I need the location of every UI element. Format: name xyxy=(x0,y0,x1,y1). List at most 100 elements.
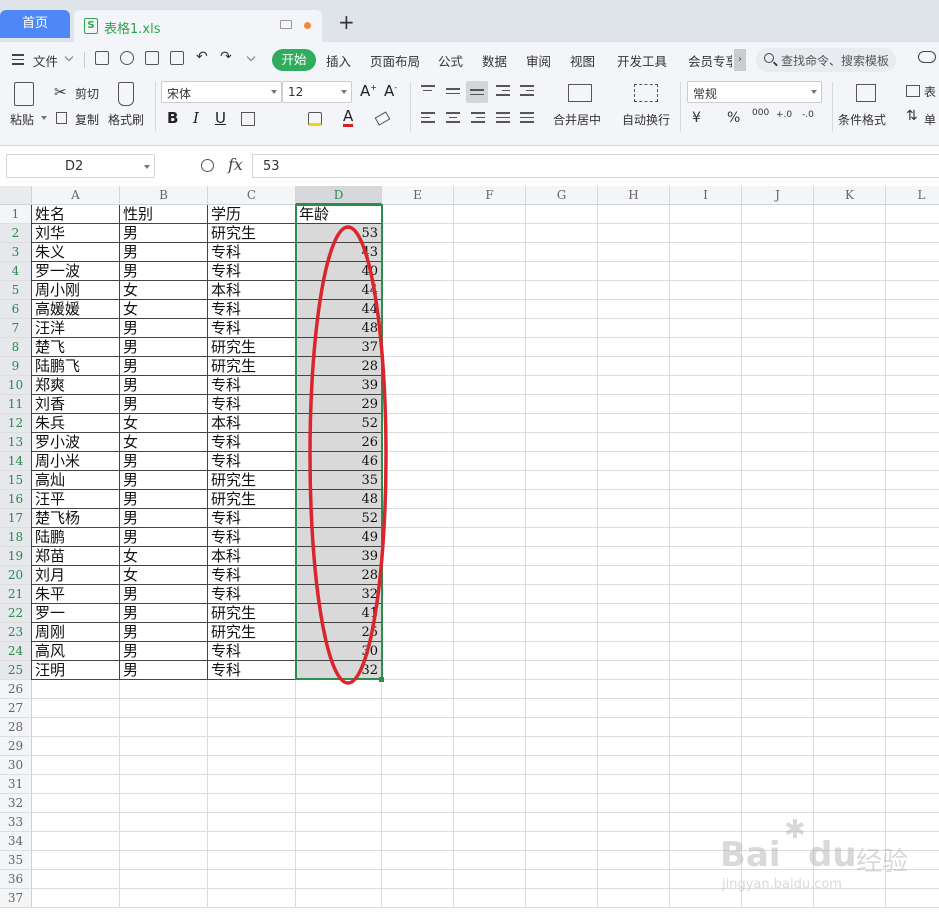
cell[interactable] xyxy=(382,414,454,433)
cell[interactable] xyxy=(814,205,886,224)
cell[interactable] xyxy=(32,832,120,851)
cell[interactable] xyxy=(742,300,814,319)
cell[interactable] xyxy=(454,851,526,870)
cell[interactable] xyxy=(382,699,454,718)
row-header[interactable]: 34 xyxy=(0,832,32,851)
cell[interactable] xyxy=(454,357,526,376)
cell[interactable] xyxy=(598,300,670,319)
cell[interactable]: 本科 xyxy=(208,281,296,300)
cell[interactable] xyxy=(814,509,886,528)
cell[interactable] xyxy=(670,642,742,661)
align-right-icon[interactable] xyxy=(471,112,485,126)
cell[interactable] xyxy=(598,547,670,566)
cell[interactable]: 女 xyxy=(120,547,208,566)
cell[interactable]: 41 xyxy=(296,604,382,623)
table-style-icon[interactable] xyxy=(906,85,920,97)
cell[interactable] xyxy=(598,794,670,813)
cell[interactable] xyxy=(598,604,670,623)
cell[interactable] xyxy=(814,604,886,623)
cell[interactable]: 朱平 xyxy=(32,585,120,604)
cell[interactable] xyxy=(454,832,526,851)
cell[interactable] xyxy=(886,585,939,604)
cell[interactable] xyxy=(382,737,454,756)
cell[interactable] xyxy=(814,775,886,794)
cell[interactable] xyxy=(120,870,208,889)
cell[interactable] xyxy=(742,471,814,490)
cell[interactable] xyxy=(814,395,886,414)
italic-icon[interactable]: I xyxy=(193,109,199,127)
cell[interactable] xyxy=(526,471,598,490)
cell[interactable] xyxy=(208,737,296,756)
cell[interactable]: 高媛媛 xyxy=(32,300,120,319)
cell[interactable]: 女 xyxy=(120,433,208,452)
cell[interactable] xyxy=(526,205,598,224)
row-header[interactable]: 11 xyxy=(0,395,32,414)
cell[interactable]: 周小刚 xyxy=(32,281,120,300)
cell[interactable]: 刘华 xyxy=(32,224,120,243)
column-header-h[interactable]: H xyxy=(598,186,670,205)
cell[interactable]: 男 xyxy=(120,452,208,471)
cell[interactable] xyxy=(208,832,296,851)
cell[interactable] xyxy=(598,471,670,490)
cell[interactable]: 48 xyxy=(296,490,382,509)
cell[interactable] xyxy=(598,452,670,471)
row-header[interactable]: 13 xyxy=(0,433,32,452)
cell[interactable] xyxy=(598,338,670,357)
decrease-font-icon[interactable]: A- xyxy=(384,82,397,100)
cell[interactable] xyxy=(742,224,814,243)
row-header[interactable]: 8 xyxy=(0,338,32,357)
cell[interactable]: 罗一波 xyxy=(32,262,120,281)
cell[interactable] xyxy=(32,756,120,775)
cell[interactable]: 汪平 xyxy=(32,490,120,509)
cell[interactable]: 29 xyxy=(296,395,382,414)
cell[interactable] xyxy=(120,737,208,756)
zoom-icon[interactable] xyxy=(201,159,214,172)
cell[interactable] xyxy=(454,414,526,433)
cell[interactable] xyxy=(814,718,886,737)
cell[interactable] xyxy=(526,509,598,528)
row-header[interactable]: 17 xyxy=(0,509,32,528)
cell[interactable] xyxy=(670,794,742,813)
cell[interactable] xyxy=(742,433,814,452)
cell[interactable]: 郑苗 xyxy=(32,547,120,566)
cell[interactable] xyxy=(814,547,886,566)
cell[interactable] xyxy=(814,471,886,490)
cell[interactable] xyxy=(670,718,742,737)
cell[interactable] xyxy=(886,281,939,300)
cell[interactable] xyxy=(886,433,939,452)
cell[interactable] xyxy=(296,870,382,889)
cell[interactable]: 52 xyxy=(296,414,382,433)
cell[interactable] xyxy=(382,566,454,585)
column-header-e[interactable]: E xyxy=(382,186,454,205)
cell[interactable] xyxy=(670,357,742,376)
cell[interactable]: 郑爽 xyxy=(32,376,120,395)
cell[interactable] xyxy=(454,262,526,281)
row-header[interactable]: 24 xyxy=(0,642,32,661)
customize-chevron-icon[interactable] xyxy=(246,52,256,62)
cell[interactable] xyxy=(526,414,598,433)
cell[interactable]: 44 xyxy=(296,300,382,319)
cell[interactable] xyxy=(32,870,120,889)
decrease-decimal-icon[interactable]: -.0 xyxy=(802,110,814,120)
menu-view[interactable]: 视图 xyxy=(570,51,595,70)
cell[interactable]: 朱义 xyxy=(32,243,120,262)
percent-icon[interactable]: % xyxy=(727,110,740,126)
cell[interactable] xyxy=(886,338,939,357)
cell[interactable]: 专科 xyxy=(208,300,296,319)
cell[interactable] xyxy=(598,281,670,300)
cell[interactable] xyxy=(598,642,670,661)
row-header[interactable]: 21 xyxy=(0,585,32,604)
cell[interactable] xyxy=(814,585,886,604)
cell[interactable]: 专科 xyxy=(208,566,296,585)
cell[interactable] xyxy=(382,224,454,243)
output-pdf-icon[interactable] xyxy=(120,51,134,65)
cell[interactable]: 39 xyxy=(296,547,382,566)
row-header[interactable]: 35 xyxy=(0,851,32,870)
cell[interactable] xyxy=(598,490,670,509)
cell[interactable] xyxy=(454,471,526,490)
cell[interactable]: 高灿 xyxy=(32,471,120,490)
cell[interactable] xyxy=(814,737,886,756)
cell[interactable] xyxy=(454,566,526,585)
cell[interactable] xyxy=(526,319,598,338)
cell[interactable] xyxy=(454,889,526,908)
